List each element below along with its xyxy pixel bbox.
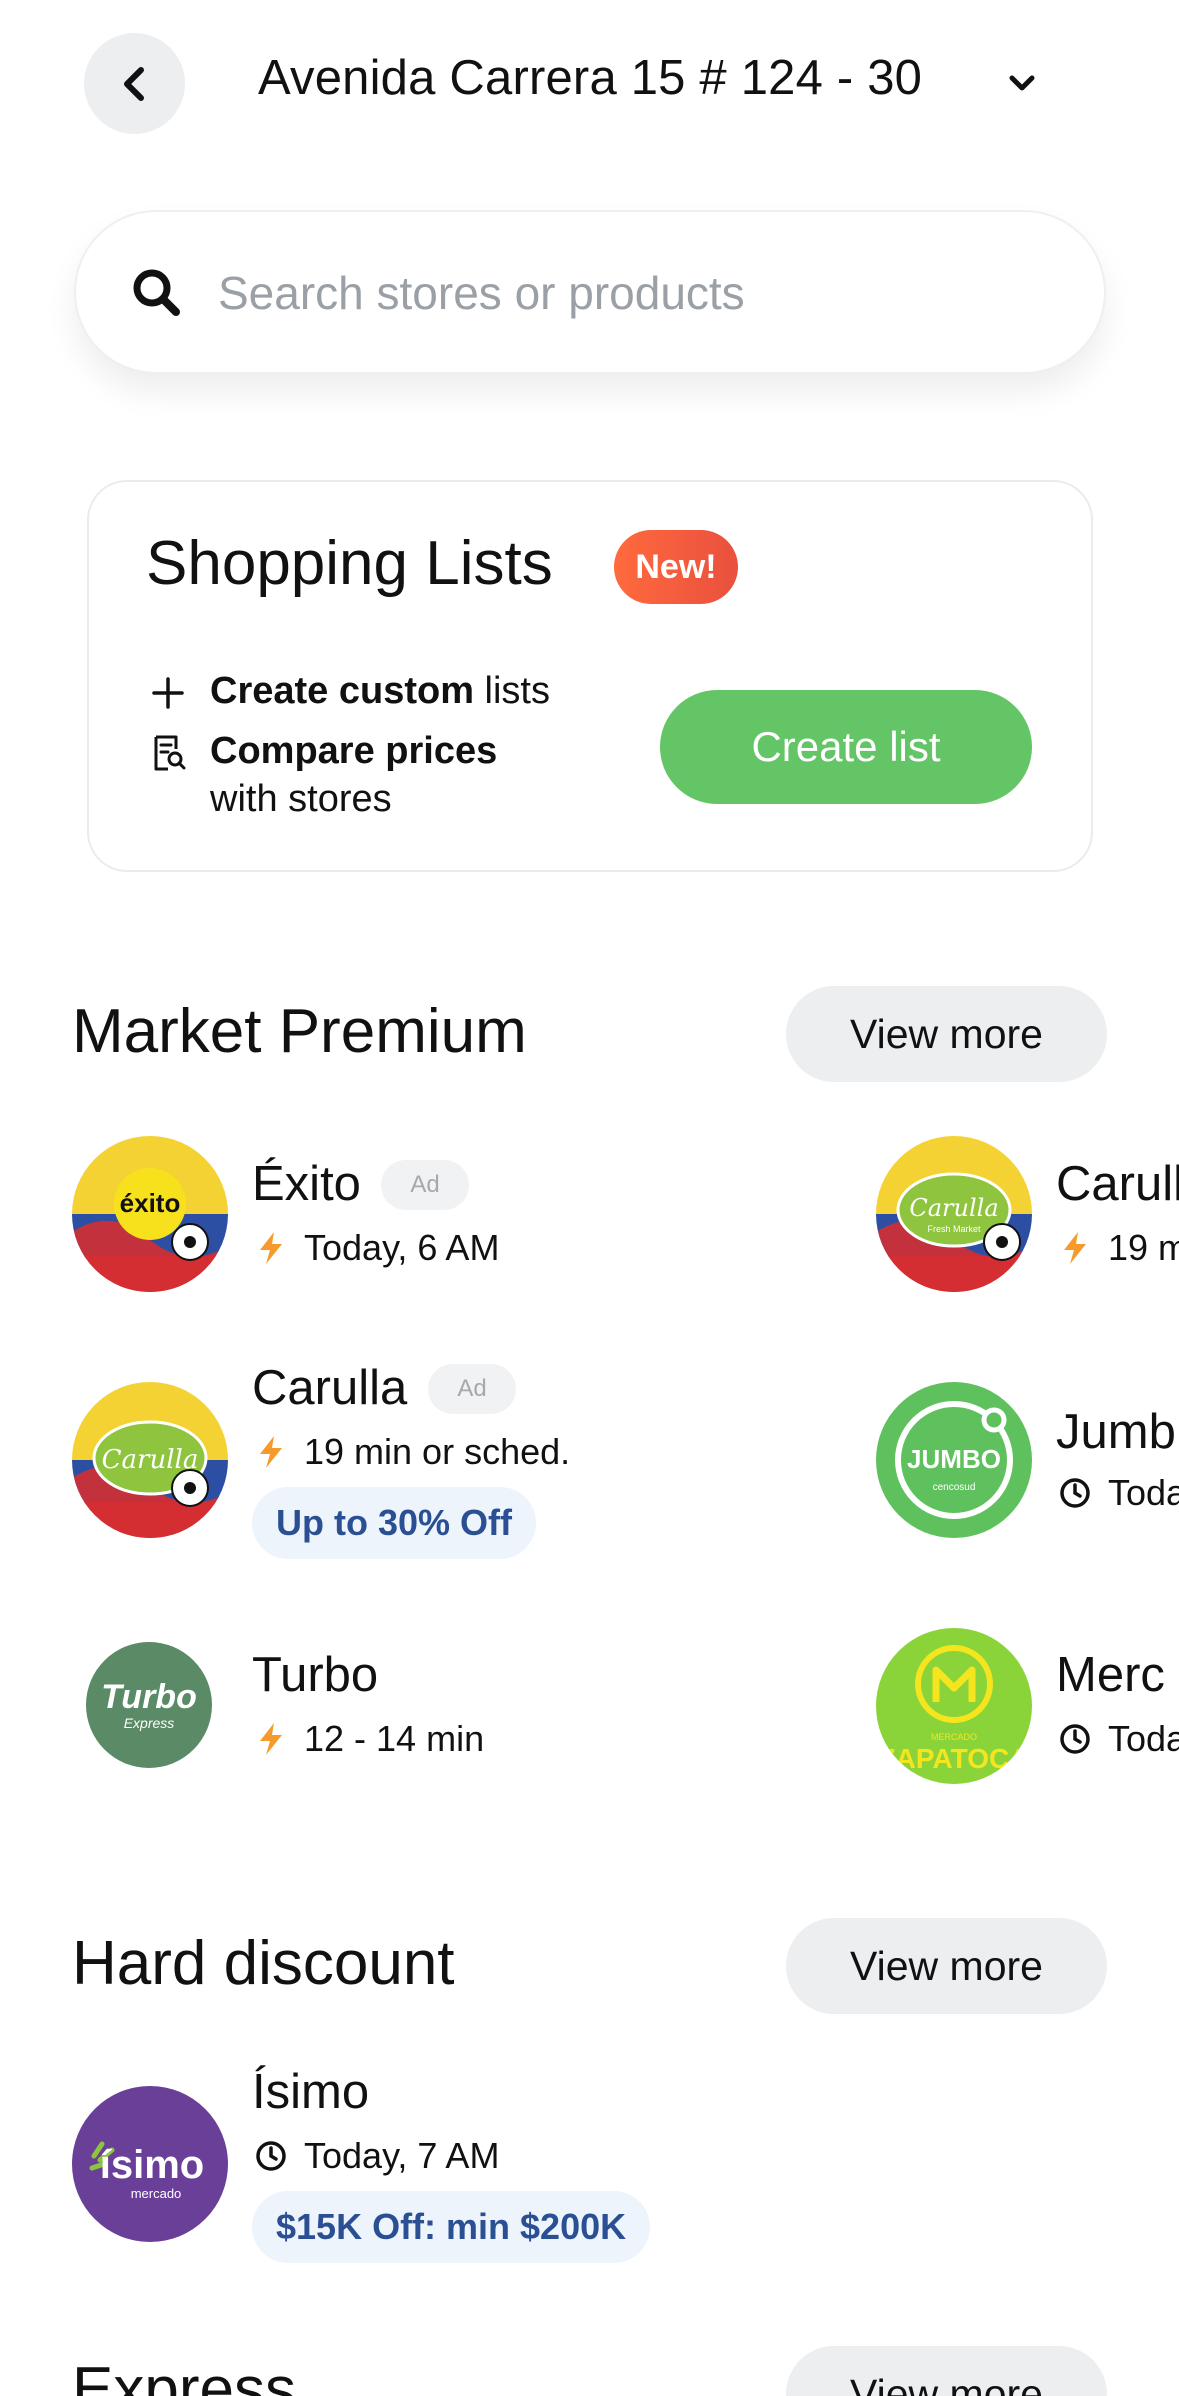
clock-icon (256, 2141, 286, 2171)
express-title: Express (72, 2355, 296, 2396)
store-delivery-time: Toda (1108, 1718, 1179, 1759)
feature-create-custom-bold: Create custom (210, 670, 474, 712)
store-delivery-time: Toda (1108, 1472, 1179, 1513)
feature-create-custom: Create custom lists (210, 670, 550, 713)
turbo-logo: Turbo Express (86, 1642, 212, 1768)
hard-discount-view-more-button[interactable]: View more (786, 1918, 1107, 2014)
promo-badge: Up to 30% Off (252, 1487, 537, 1559)
lightning-icon (1064, 1232, 1086, 1264)
lightning-icon (260, 1232, 282, 1264)
feature-compare-prices-bold: Compare prices (210, 730, 498, 772)
lightning-icon (260, 1723, 282, 1755)
chevron-left-icon (123, 66, 144, 101)
ad-badge: Ad (381, 1160, 469, 1210)
store-name: Ísimo (252, 2065, 370, 2119)
exito-logo: éxito (72, 1136, 228, 1292)
store-name: Carulla (1056, 1157, 1179, 1211)
zapatoca-logo: MERCADO ZAPATOCA (876, 1628, 1032, 1784)
turbo-logo-text: Turbo (101, 1678, 197, 1716)
back-button[interactable] (84, 33, 185, 134)
search-icon (133, 269, 180, 316)
store-delivery-time: 12 - 14 min (304, 1718, 485, 1759)
carulla-fresh-logo: Carulla Fresh Market (876, 1136, 1032, 1292)
hard-discount-title: Hard discount (72, 1929, 455, 1998)
market-premium-view-more-button[interactable]: View more (786, 986, 1107, 1082)
isimo-logo: ísimo mercado (72, 2086, 228, 2242)
new-badge: New! (614, 530, 738, 604)
store-name: Jumb (1056, 1405, 1176, 1459)
receipt-search-icon (154, 735, 186, 771)
store-delivery-time: 19 min or sched. (304, 1431, 571, 1472)
exito-logo-text: éxito (120, 1188, 181, 1218)
clock-icon (1060, 1724, 1090, 1754)
store-name: Éxito (252, 1157, 361, 1211)
store-delivery-time: Today, 7 AM (304, 2135, 500, 2176)
chevron-down-icon[interactable] (1004, 66, 1040, 102)
feature-create-custom-rest: lists (473, 670, 550, 712)
create-list-button[interactable]: Create list (660, 690, 1032, 804)
header: Avenida Carrera 15 # 124 - 30 (0, 0, 1179, 170)
turbo-logo-sub: Express (124, 1715, 175, 1731)
carulla-fresh-logo-text: Carulla (909, 1194, 998, 1222)
jumbo-logo-sub: cencosud (933, 1482, 976, 1493)
jumbo-logo-text: JUMBO (907, 1444, 1001, 1474)
store-name: Merc (1056, 1648, 1165, 1702)
carulla-logo: Carulla (72, 1382, 228, 1538)
search-input[interactable] (218, 258, 1038, 328)
store-name: Turbo (252, 1648, 379, 1702)
market-premium-title: Market Premium (72, 997, 527, 1066)
delivery-address[interactable]: Avenida Carrera 15 # 124 - 30 (258, 50, 922, 106)
express-view-more-button[interactable]: View more (786, 2346, 1107, 2396)
store-name: Carulla (252, 1361, 408, 1415)
clock-icon (1060, 1478, 1090, 1508)
lightning-icon (260, 1436, 282, 1468)
promo-badge: $15K Off: min $200K (252, 2191, 651, 2263)
ad-badge: Ad (428, 1364, 516, 1414)
plus-icon (152, 677, 184, 709)
isimo-logo-sub: mercado (131, 2186, 182, 2201)
jumbo-logo: JUMBO cencosud (876, 1382, 1032, 1538)
shopping-lists-title: Shopping Lists (146, 529, 553, 598)
zapatoca-logo-text: ZAPATOCA (879, 1743, 1030, 1774)
feature-compare-prices-rest: with stores (210, 778, 392, 820)
zapatoca-logo-sub: MERCADO (931, 1732, 977, 1742)
isimo-logo-text: ísimo (100, 2143, 204, 2187)
carulla-fresh-logo-sub: Fresh Market (927, 1224, 981, 1234)
store-delivery-time: 19 m (1108, 1227, 1179, 1268)
store-delivery-time: Today, 6 AM (304, 1227, 500, 1268)
